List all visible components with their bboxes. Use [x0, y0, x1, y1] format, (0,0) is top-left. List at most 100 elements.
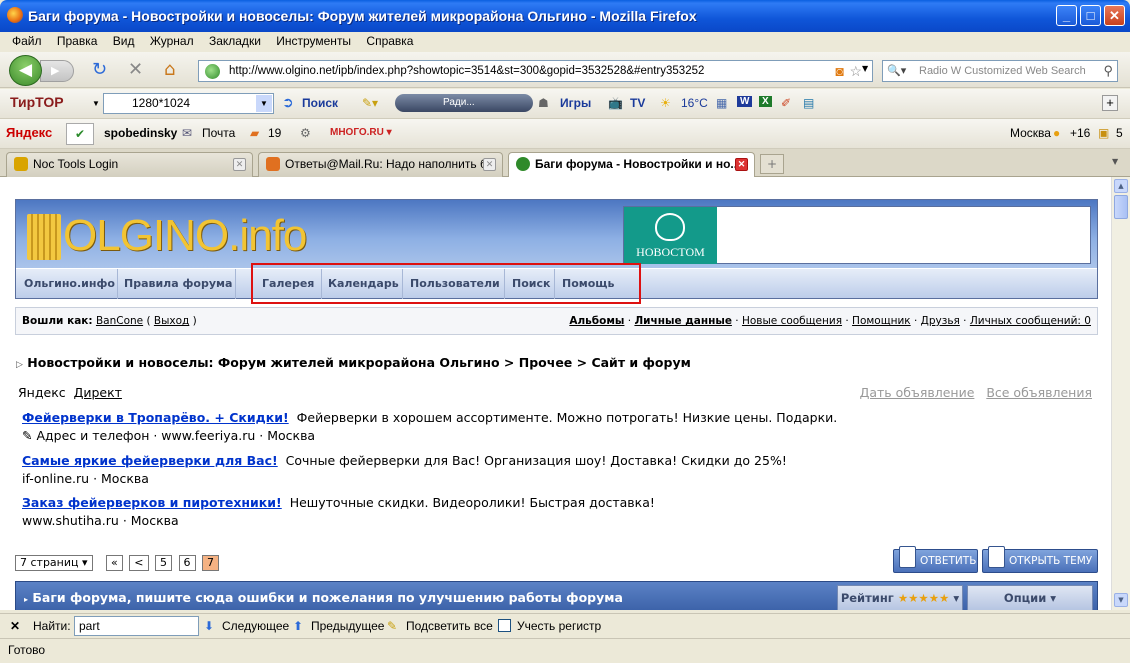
stop-icon[interactable]: ✕ — [128, 60, 143, 80]
highlighter-icon[interactable]: ✎ — [387, 619, 397, 633]
yandex-user[interactable]: spobedinsky — [104, 126, 177, 140]
friends-link[interactable]: Друзья — [921, 315, 960, 327]
radio-player[interactable]: Ради... — [395, 94, 533, 112]
options-button[interactable]: Опции ▾ — [967, 585, 1093, 610]
ad-meta[interactable]: www.shutiha.ru · Москва — [22, 513, 179, 528]
mail-count[interactable]: 19 — [268, 126, 281, 140]
close-tab-icon[interactable]: ✕ — [735, 158, 748, 171]
nav-olgino[interactable]: Ольгино.инфо — [24, 277, 115, 290]
user-link[interactable]: BanCone — [96, 315, 143, 327]
match-case-label[interactable]: Учесть регистр — [517, 619, 601, 633]
first-page-button[interactable]: « — [106, 555, 123, 571]
menu-history[interactable]: Журнал — [144, 32, 200, 48]
weather-temp[interactable]: 16°C — [681, 96, 708, 110]
all-ads-link[interactable]: Все объявления — [986, 385, 1092, 400]
new-posts-link[interactable]: Новые сообщения — [742, 315, 842, 327]
ad-banner[interactable]: НОВОСТОМ — [623, 206, 1091, 264]
match-case-checkbox[interactable] — [498, 619, 511, 632]
prev-page-button[interactable]: < — [129, 555, 149, 571]
web-search-input[interactable]: 🔍▾ Radio W Customized Web Search ⚲ — [882, 60, 1118, 82]
url-bar[interactable]: http://www.olgino.net/ipb/index.php?show… — [198, 60, 873, 82]
tab-noc-tools[interactable]: Noc Tools Login ✕ — [6, 152, 253, 177]
page-6-button[interactable]: 6 — [178, 555, 196, 571]
notes-icon[interactable]: ▤ — [803, 96, 814, 110]
menu-edit[interactable]: Правка — [51, 32, 104, 48]
paint-icon[interactable]: ✐ — [781, 96, 791, 110]
maximize-button[interactable]: □ — [1080, 5, 1101, 26]
assistant-link[interactable]: Помощник — [852, 315, 911, 327]
reply-button[interactable]: ОТВЕТИТЬ — [893, 546, 978, 573]
close-find-icon[interactable]: ✕ — [10, 619, 20, 633]
ad-title[interactable]: Заказ фейерверков и пиротехники! — [22, 495, 282, 510]
new-tab-button[interactable]: + — [760, 154, 784, 174]
tv-button[interactable]: TV — [630, 96, 645, 110]
arrow-down-icon[interactable]: ⬇ — [204, 619, 214, 633]
tab-list-icon[interactable]: ▼ — [1112, 157, 1118, 166]
home-icon[interactable]: ⌂ — [164, 60, 175, 80]
close-tab-icon[interactable]: ✕ — [233, 158, 246, 171]
tab-bagi-foruma[interactable]: Баги форума - Новостройки и но... ✕ — [508, 152, 755, 178]
ad-title[interactable]: Фейерверки в Тропарёво. + Скидки! — [22, 410, 289, 425]
add-icon[interactable]: + — [1102, 95, 1118, 111]
find-input[interactable]: part — [74, 616, 199, 636]
url-dropdown-icon[interactable]: ▼ — [862, 64, 868, 73]
chevron-down-icon[interactable]: ▼ — [256, 95, 272, 112]
tab-otvety[interactable]: Ответы@Mail.Ru: Надо наполнить б... ✕ — [258, 152, 503, 177]
tirtop-dropdown-icon[interactable]: ▼ — [92, 99, 100, 108]
personal-data-link[interactable]: Личные данные — [634, 315, 732, 327]
scroll-up-icon[interactable]: ▲ — [1114, 179, 1128, 193]
games-button[interactable]: Игры — [560, 96, 591, 110]
resolution-select[interactable]: 1280*1024 ▼ — [103, 93, 274, 114]
search-go-icon[interactable]: ⚲ — [1103, 61, 1113, 81]
tirtop-logo[interactable]: ТирТОР — [10, 94, 64, 110]
back-button[interactable]: ◀ — [9, 55, 42, 86]
city-label[interactable]: Москва — [1010, 126, 1051, 140]
albums-link[interactable]: Альбомы — [569, 315, 624, 327]
ad-meta[interactable]: if-online.ru · Москва — [22, 471, 149, 486]
private-messages-link[interactable]: Личных сообщений: 0 — [970, 315, 1091, 327]
weather-value[interactable]: +16 — [1070, 126, 1090, 140]
arrow-up-icon[interactable]: ⬆ — [293, 619, 303, 633]
search-button[interactable]: Поиск — [302, 96, 338, 110]
novostom-logo[interactable]: НОВОСТОМ — [624, 207, 717, 264]
reload-icon[interactable]: ↻ — [92, 60, 107, 80]
spellcheck-icon[interactable]: ✔ — [66, 123, 94, 145]
yandex-label[interactable]: Яндекс — [18, 385, 66, 400]
word-icon[interactable]: W — [737, 96, 753, 107]
minimize-button[interactable]: _ — [1056, 5, 1077, 26]
page-5-button[interactable]: 5 — [155, 555, 172, 571]
rss-icon[interactable]: ◙ — [836, 61, 844, 81]
find-prev-button[interactable]: Предыдущее — [311, 619, 384, 633]
logout-link[interactable]: Выход — [154, 315, 189, 327]
pages-dropdown[interactable]: 7 страниц ▾ — [15, 555, 93, 571]
direct-link[interactable]: Директ — [74, 385, 122, 400]
menu-bookmarks[interactable]: Закладки — [203, 32, 267, 48]
scroll-down-icon[interactable]: ▼ — [1114, 593, 1128, 607]
close-window-button[interactable]: ✕ — [1104, 5, 1125, 26]
vertical-scrollbar[interactable]: ▲ ▼ — [1111, 177, 1130, 610]
counter-value[interactable]: 5 — [1116, 126, 1123, 140]
close-tab-icon[interactable]: ✕ — [483, 158, 496, 171]
find-next-button[interactable]: Следующее — [222, 619, 289, 633]
page-7-current[interactable]: 7 — [202, 555, 219, 571]
gear-icon[interactable]: ⚙ — [300, 126, 311, 140]
ad-title[interactable]: Самые яркие фейерверки для Вас! — [22, 453, 278, 468]
place-ad-link[interactable]: Дать объявление — [860, 385, 975, 400]
search-engine-icon[interactable]: 🔍▾ — [887, 61, 906, 81]
rating-button[interactable]: Рейтинг ★★★★★ ▾ — [837, 585, 963, 610]
scroll-thumb[interactable] — [1114, 195, 1128, 219]
yandex-logo[interactable]: Яндекс — [6, 125, 52, 140]
menu-help[interactable]: Справка — [360, 32, 419, 48]
forward-button[interactable]: ▶ — [40, 60, 74, 82]
highlighter-icon[interactable]: ✎▾ — [362, 96, 378, 110]
menu-view[interactable]: Вид — [107, 32, 141, 48]
menu-file[interactable]: Файл — [0, 32, 48, 48]
olgino-logo[interactable]: OLGINO.info — [23, 206, 307, 266]
calculator-icon[interactable]: ▦ — [716, 96, 727, 110]
nav-rules[interactable]: Правила форума — [124, 277, 232, 290]
highlight-all-button[interactable]: Подсветить все — [406, 619, 493, 633]
mail-button[interactable]: Почта — [202, 126, 235, 140]
gamepad-icon[interactable]: ☗ — [538, 96, 549, 110]
menu-tools[interactable]: Инструменты — [270, 32, 357, 48]
mnogo-ru-logo[interactable]: МНОГО.RU ▾ — [330, 127, 392, 138]
